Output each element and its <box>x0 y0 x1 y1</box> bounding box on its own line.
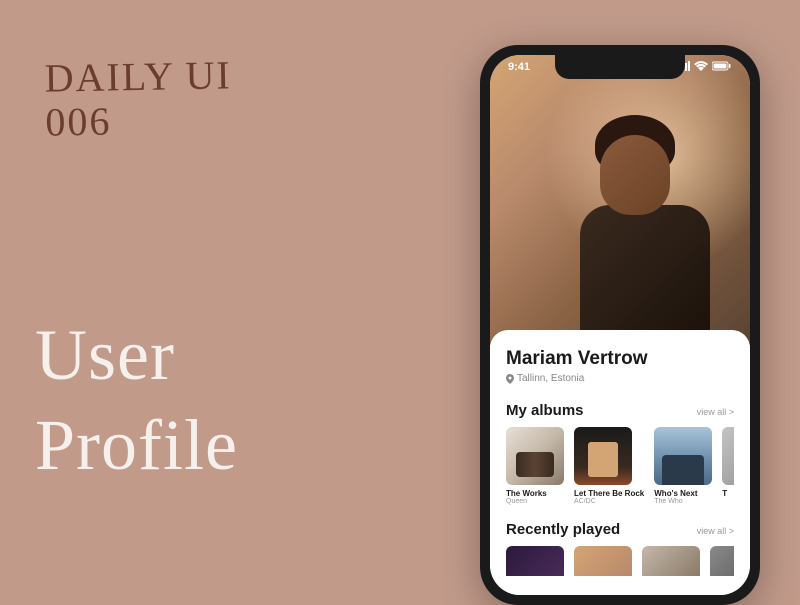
recent-item[interactable] <box>642 546 700 576</box>
profile-location-text: Tallinn, Estonia <box>517 373 584 384</box>
album-title: T <box>722 489 734 498</box>
album-title: Who's Next <box>654 489 712 498</box>
album-title: Let There Be Rock <box>574 489 644 498</box>
albums-section-title: My albums <box>506 402 584 419</box>
album-cover <box>506 427 564 485</box>
profile-location: Tallinn, Estonia <box>506 373 734 384</box>
recent-view-all-link[interactable]: view all > <box>697 526 734 536</box>
recent-section-header: Recently played view all > <box>506 521 734 538</box>
title-line-2: Profile <box>35 400 238 490</box>
recent-item[interactable] <box>506 546 564 576</box>
album-item[interactable]: The Works Queen <box>506 427 564 505</box>
profile-photo-person <box>550 105 730 345</box>
heading-line-2: 006 <box>45 97 233 144</box>
album-cover <box>574 427 632 485</box>
album-item[interactable]: Who's Next The Who <box>654 427 712 505</box>
albums-view-all-link[interactable]: view all > <box>697 407 734 417</box>
album-artist: AC/DC <box>574 498 644 505</box>
page-title-handwritten: User Profile <box>35 310 238 490</box>
phone-notch <box>555 55 685 79</box>
recent-section-title: Recently played <box>506 521 620 538</box>
album-item[interactable]: Let There Be Rock AC/DC <box>574 427 644 505</box>
recent-row[interactable] <box>506 546 734 576</box>
recent-item[interactable] <box>574 546 632 576</box>
album-artist: The Who <box>654 498 712 505</box>
wifi-icon <box>694 61 708 74</box>
album-cover <box>654 427 712 485</box>
albums-row[interactable]: The Works Queen Let There Be Rock AC/DC … <box>506 427 734 505</box>
status-time: 9:41 <box>508 61 530 74</box>
profile-name: Mariam Vertrow <box>506 348 734 370</box>
album-cover <box>722 427 734 485</box>
profile-content-card[interactable]: Mariam Vertrow Tallinn, Estonia My album… <box>490 330 750 595</box>
album-artist: Queen <box>506 498 564 505</box>
albums-section-header: My albums view all > <box>506 402 734 419</box>
phone-device-frame: 9:41 Mariam Vertrow <box>480 45 760 605</box>
daily-ui-heading: DAILY UI 006 <box>44 53 233 144</box>
location-pin-icon <box>506 374 514 384</box>
profile-hero-image <box>490 55 750 345</box>
phone-screen: 9:41 Mariam Vertrow <box>490 55 750 595</box>
album-item[interactable]: T <box>722 427 734 505</box>
recent-item[interactable] <box>710 546 734 576</box>
album-title: The Works <box>506 489 564 498</box>
battery-icon <box>712 61 732 74</box>
heading-line-1: DAILY UI <box>44 53 232 100</box>
title-line-1: User <box>35 310 238 400</box>
